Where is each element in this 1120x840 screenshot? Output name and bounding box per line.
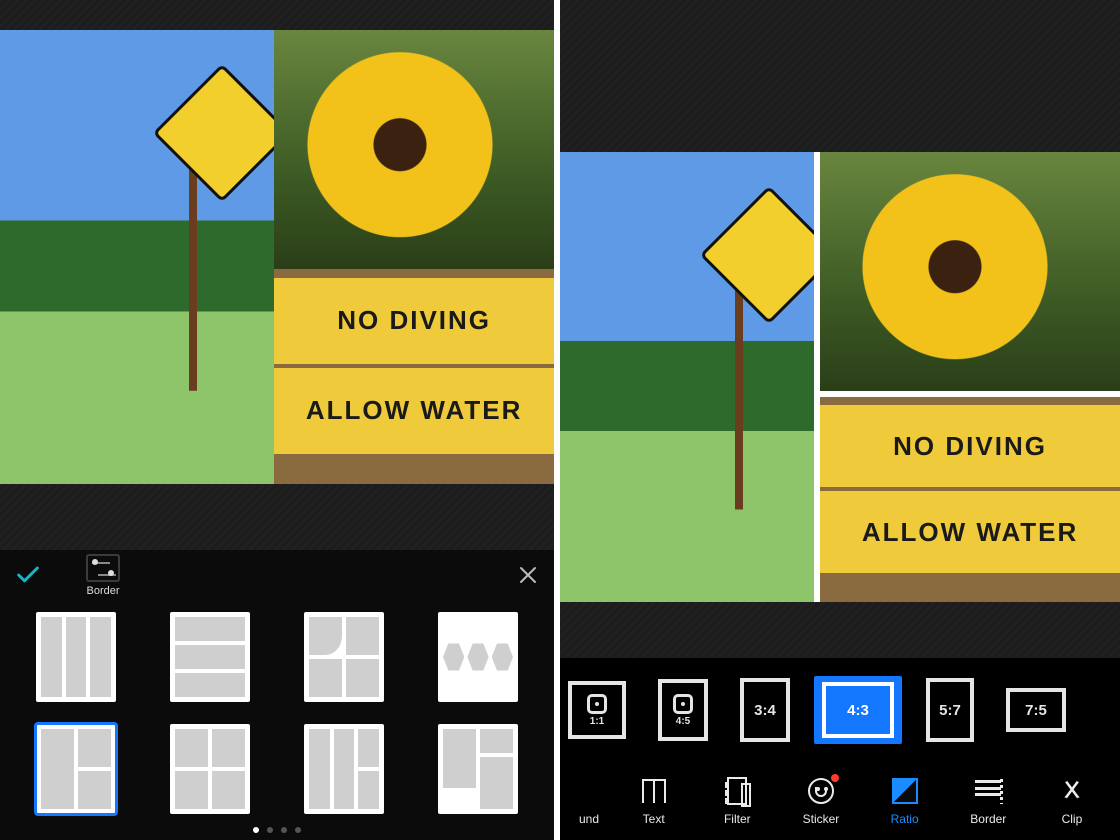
confirm-button[interactable] <box>14 561 42 596</box>
collage-cell-flower[interactable] <box>820 152 1120 391</box>
layout-grid <box>0 606 554 820</box>
pool-text-2: ALLOW WATER <box>274 368 554 454</box>
tool-label: Clip <box>1062 812 1083 826</box>
top-bar <box>560 0 1120 152</box>
instagram-icon <box>587 694 607 714</box>
tool-label: Sticker <box>803 812 840 826</box>
layout-option-stagger[interactable] <box>438 724 518 814</box>
tool-filter[interactable]: Filter <box>701 776 773 826</box>
ratio-label: 5:7 <box>926 678 974 742</box>
clip-icon <box>1057 776 1087 806</box>
layout-option-hexagons[interactable] <box>438 612 518 702</box>
ratio-option-5-7[interactable]: 5:7 <box>918 672 982 748</box>
tool-label: Text <box>643 812 665 826</box>
ratio-option-3-4[interactable]: 3:4 <box>732 672 798 748</box>
tool-text[interactable]: Text <box>618 776 690 826</box>
layout-option-grid-2x2[interactable] <box>170 724 250 814</box>
mid-gap <box>560 602 1120 658</box>
ratio-icon <box>890 776 920 806</box>
tool-background[interactable]: und <box>572 776 606 826</box>
ratio-label: 3:4 <box>740 678 790 742</box>
ratio-label: 1:1 <box>590 716 604 727</box>
tool-ratio[interactable]: Ratio <box>869 776 941 826</box>
page-dot[interactable] <box>267 827 273 833</box>
ratio-option-4-3[interactable]: 4:3 <box>814 676 902 744</box>
pool-text-1: NO DIVING <box>820 405 1120 487</box>
instagram-icon <box>673 694 693 714</box>
ratio-label: 4:5 <box>676 716 690 727</box>
badge-dot <box>831 774 839 782</box>
panel-header: Border <box>0 550 554 606</box>
ratio-selector[interactable]: 1:1 4:5 3:4 4:3 5:7 7:5 <box>560 658 1120 762</box>
pool-text-2: ALLOW WATER <box>820 491 1120 573</box>
cancel-button[interactable] <box>516 563 540 594</box>
border-label: Border <box>86 585 119 597</box>
collage-cell-sign[interactable]: STOP AHEAD <box>0 30 274 484</box>
layout-option-tall-mixed[interactable] <box>304 724 384 814</box>
collage-canvas[interactable]: STOP AHEAD NO DIVING ALLOW WATER <box>0 30 554 484</box>
page-dot[interactable] <box>295 827 301 833</box>
ratio-label: 7:5 <box>1006 688 1066 732</box>
sign-text: STOP AHEAD <box>173 84 265 176</box>
top-bar <box>0 0 554 30</box>
page-dot[interactable] <box>253 827 259 833</box>
layout-panel: Border <box>0 550 554 840</box>
tool-border[interactable]: Border <box>952 776 1024 826</box>
collage-canvas[interactable]: STOP AHEAD NO DIVING ALLOW WATER <box>560 152 1120 602</box>
tool-clip[interactable]: Clip <box>1036 776 1108 826</box>
filter-icon <box>722 776 752 806</box>
pool-text-1: NO DIVING <box>274 278 554 364</box>
bottom-toolbar: und Text Filter Sticker Ratio Border Clip <box>560 762 1120 840</box>
right-screenshot: STOP AHEAD NO DIVING ALLOW WATER 1:1 4:5 3… <box>560 0 1120 840</box>
layout-option-l-shape[interactable] <box>36 724 116 814</box>
tool-sticker[interactable]: Sticker <box>785 776 857 826</box>
border-icon <box>973 776 1003 806</box>
tool-label: Border <box>970 812 1006 826</box>
ratio-label: 4:3 <box>822 682 894 738</box>
ratio-option-7-5[interactable]: 7:5 <box>998 682 1074 738</box>
sliders-icon <box>86 554 120 582</box>
border-mode-button[interactable]: Border <box>86 554 120 597</box>
tool-label: Filter <box>724 812 751 826</box>
tool-label: Ratio <box>891 812 919 826</box>
ratio-option-4-5[interactable]: 4:5 <box>650 673 716 747</box>
collage-cell-flower[interactable] <box>274 30 554 269</box>
collage-cell-pool[interactable]: NO DIVING ALLOW WATER <box>820 397 1120 602</box>
layout-option-three-row[interactable] <box>170 612 250 702</box>
layout-option-organic-2x2[interactable] <box>304 612 384 702</box>
collage-cell-pool[interactable]: NO DIVING ALLOW WATER <box>274 269 554 484</box>
collage-cell-sign[interactable]: STOP AHEAD <box>560 152 814 602</box>
left-screenshot: STOP AHEAD NO DIVING ALLOW WATER Border <box>0 0 560 840</box>
mid-gap <box>0 484 554 550</box>
ratio-option-1-1[interactable]: 1:1 <box>560 675 634 745</box>
text-icon <box>639 776 669 806</box>
page-indicator <box>0 820 554 840</box>
sign-text: STOP AHEAD <box>720 206 812 298</box>
tool-label: und <box>579 812 599 826</box>
page-dot[interactable] <box>281 827 287 833</box>
layout-option-three-col[interactable] <box>36 612 116 702</box>
